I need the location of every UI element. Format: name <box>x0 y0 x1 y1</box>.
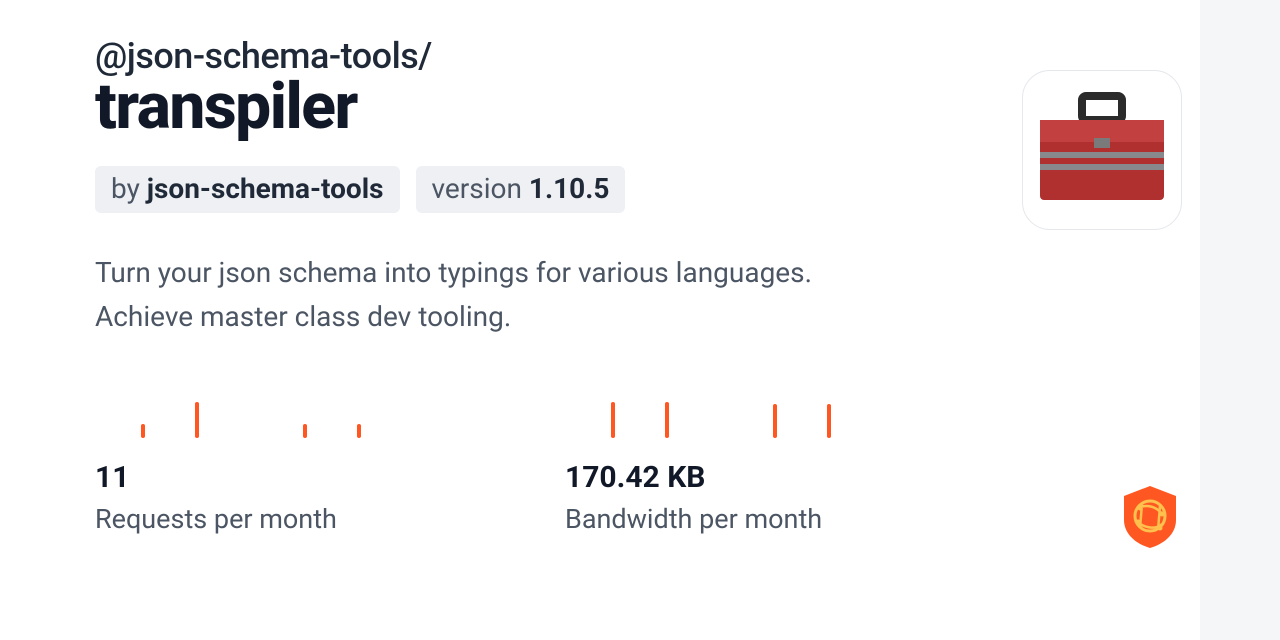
jsdelivr-badge-icon <box>1120 484 1180 550</box>
author-badge: by json-schema-tools <box>95 166 400 213</box>
bandwidth-sparkline <box>565 388 945 438</box>
bandwidth-value: 170.42 KB <box>565 460 945 495</box>
requests-stat: 11 Requests per month <box>95 388 475 535</box>
requests-value: 11 <box>95 460 475 495</box>
version-badge: version 1.10.5 <box>416 166 626 213</box>
badge-row: by json-schema-tools version 1.10.5 <box>95 166 995 213</box>
author-name: json-schema-tools <box>147 172 384 205</box>
version-prefix: version <box>432 172 529 205</box>
toolbox-icon <box>1032 90 1172 210</box>
package-logo <box>1022 70 1182 230</box>
package-card: @json-schema-tools/ transpiler by json-s… <box>95 35 995 535</box>
right-gutter <box>1200 0 1280 640</box>
by-prefix: by <box>111 172 147 205</box>
package-description: Turn your json schema into typings for v… <box>95 251 875 338</box>
requests-sparkline <box>95 388 475 438</box>
version-value: 1.10.5 <box>529 172 610 205</box>
package-name: transpiler <box>95 73 995 140</box>
bandwidth-stat: 170.42 KB Bandwidth per month <box>565 388 945 535</box>
requests-label: Requests per month <box>95 503 475 535</box>
bandwidth-label: Bandwidth per month <box>565 503 945 535</box>
stats-row: 11 Requests per month 170.42 KB Bandwidt… <box>95 388 995 535</box>
